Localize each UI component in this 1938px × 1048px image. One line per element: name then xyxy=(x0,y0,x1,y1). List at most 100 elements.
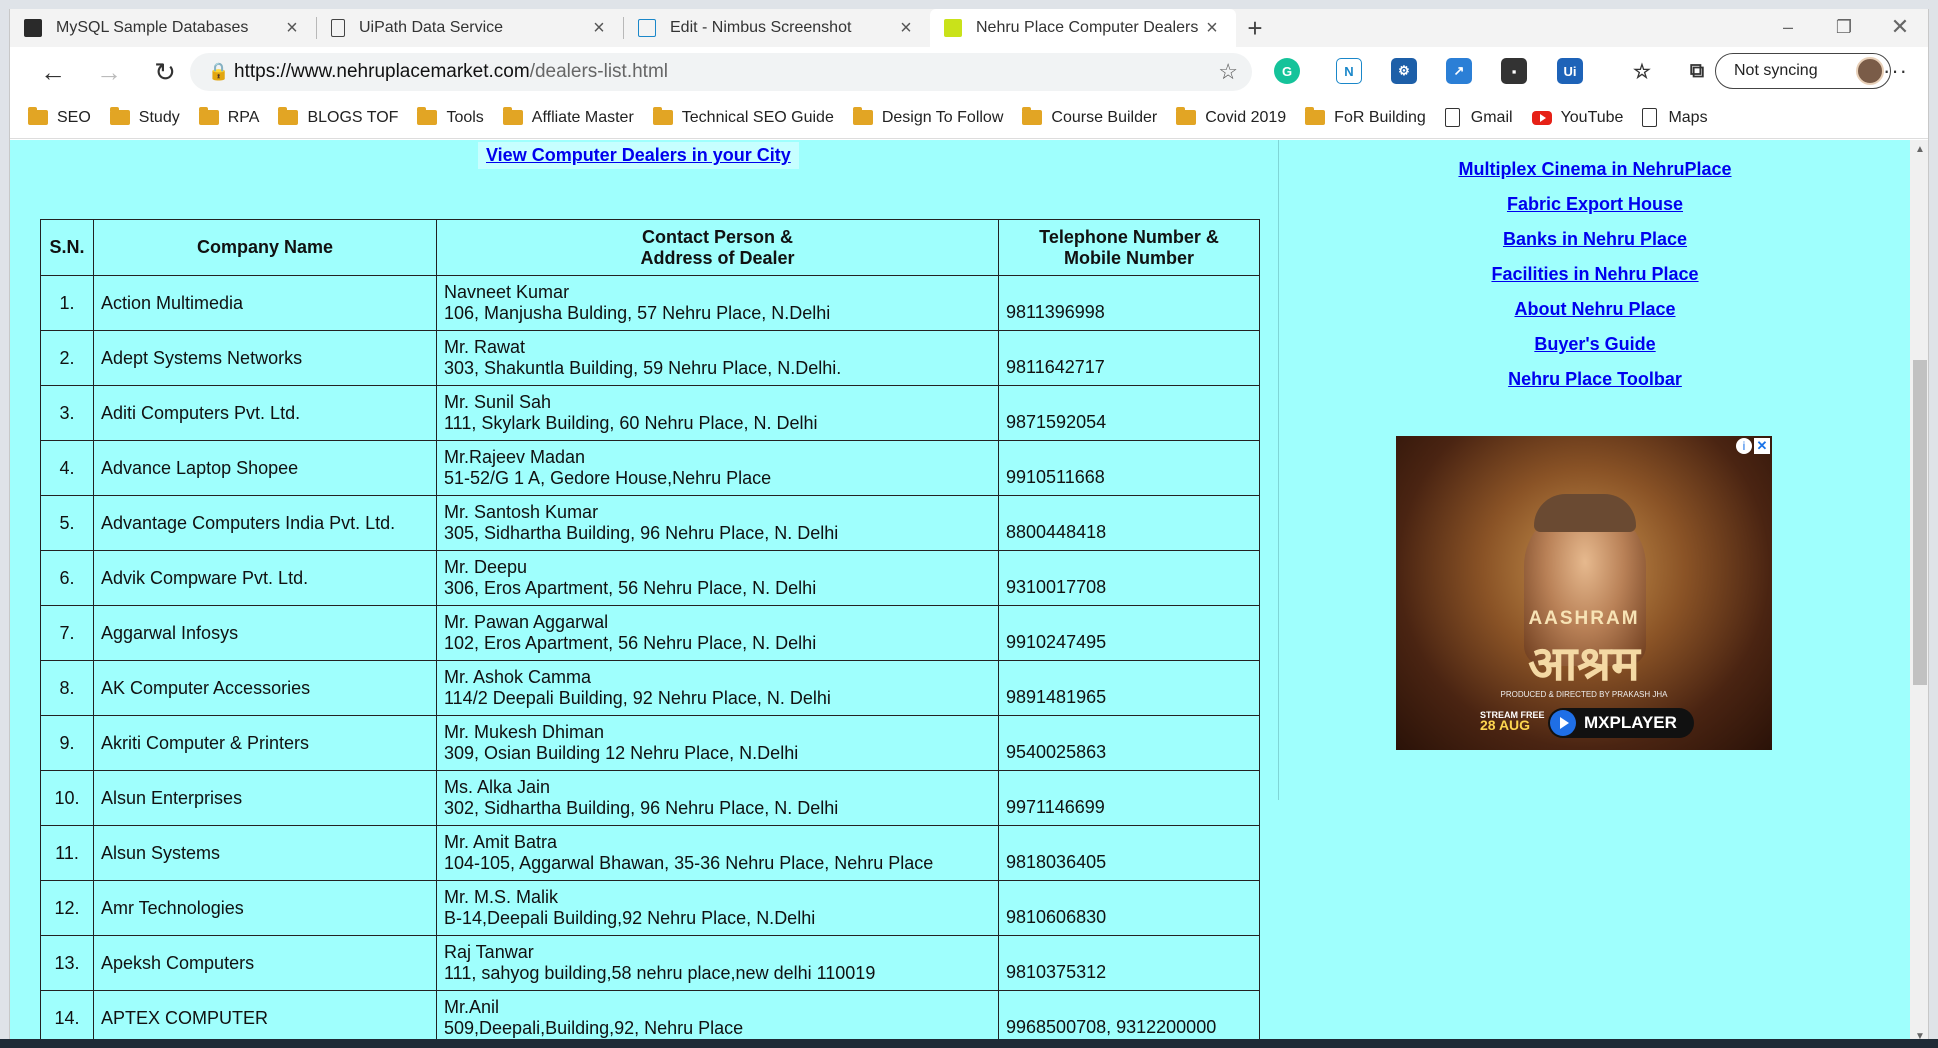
cell-sn: 3. xyxy=(40,385,94,441)
ad-info-icon[interactable]: i xyxy=(1736,438,1752,454)
cell-company: Alsun Enterprises xyxy=(93,770,437,826)
collections-icon[interactable]: ⧉ xyxy=(1684,58,1710,84)
aashram-ad-banner[interactable]: AASHRAM आश्रम PRODUCED & DIRECTED BY PRA… xyxy=(1396,436,1772,750)
cell-phone: 9810375312 xyxy=(998,935,1260,991)
link-about[interactable]: About Nehru Place xyxy=(1290,292,1900,327)
chart-extension-icon[interactable]: ↗ xyxy=(1446,58,1472,84)
header-phone: Telephone Number & Mobile Number xyxy=(998,219,1260,276)
cell-sn: 1. xyxy=(40,275,94,331)
bookmark-for-building[interactable]: FoR Building xyxy=(1305,107,1426,127)
cell-contact-address: 102, Eros Apartment, 56 Nehru Place, N. … xyxy=(444,633,817,653)
extension-icon[interactable]: ⚙ xyxy=(1391,58,1417,84)
bookmark-technical-seo-guide[interactable]: Technical SEO Guide xyxy=(652,107,834,127)
table-row: 6. Advik Compware Pvt. Ltd. Mr. Deepu 306, … xyxy=(40,550,1260,606)
link-buyers-guide[interactable]: Buyer's Guide xyxy=(1290,327,1900,362)
close-tab-icon[interactable]: × xyxy=(1202,17,1222,40)
cell-sn: 9. xyxy=(40,715,94,771)
cell-sn: 10. xyxy=(40,770,94,826)
cell-contact-person: Mr. Deepu xyxy=(444,557,528,577)
cell-phone: 9811642717 xyxy=(998,330,1260,386)
folder-icon xyxy=(278,107,299,125)
new-tab-button[interactable]: + xyxy=(1236,9,1274,47)
bookmark-blogs-tof[interactable]: BLOGS TOF xyxy=(278,107,399,127)
tab-nehru-place[interactable]: Nehru Place Computer Dealers S × xyxy=(930,9,1236,47)
uipath-extension-icon[interactable]: Ui xyxy=(1557,58,1583,84)
bookmark-course-builder[interactable]: Course Builder xyxy=(1022,107,1157,127)
link-toolbar[interactable]: Nehru Place Toolbar xyxy=(1290,362,1900,397)
bookmark-maps[interactable]: Maps xyxy=(1642,108,1708,127)
bookmark-label: Technical SEO Guide xyxy=(681,108,834,126)
table-row: 12. Amr Technologies Mr. M.S. Malik B-14,De… xyxy=(40,880,1260,936)
forward-button[interactable]: → xyxy=(81,52,137,92)
link-facilities[interactable]: Facilities in Nehru Place xyxy=(1290,257,1900,292)
cell-contact: Mr.Rajeev Madan 51-52/G 1 A, Gedore House… xyxy=(436,440,999,496)
tab-uipath[interactable]: UiPath Data Service × xyxy=(317,9,623,47)
close-tab-icon[interactable]: × xyxy=(589,17,609,40)
ad-brand-badge: MXPLAYER xyxy=(1548,708,1694,738)
grammarly-icon[interactable]: G xyxy=(1274,58,1300,84)
cell-contact-person: Navneet Kumar xyxy=(444,282,570,302)
folder-icon xyxy=(417,107,438,125)
folder-icon xyxy=(28,107,48,125)
bookmark-rpa[interactable]: RPA xyxy=(198,107,259,127)
ad-close-icon[interactable]: ✕ xyxy=(1754,438,1770,454)
minimize-icon[interactable]: – xyxy=(1760,9,1816,45)
scrollbar-thumb[interactable] xyxy=(1913,360,1927,685)
more-menu-icon[interactable]: ··· xyxy=(1883,58,1908,84)
page-scrollbar[interactable]: ▲ ▼ xyxy=(1910,140,1928,1048)
url-path: /dealers-list.html xyxy=(529,61,669,82)
close-tab-icon[interactable]: × xyxy=(896,17,916,40)
cell-company: Advance Laptop Shopee xyxy=(93,440,437,496)
cell-phone: 8800448418 xyxy=(998,495,1260,551)
nimbus-extension-icon[interactable]: N xyxy=(1336,58,1362,84)
folder-icon xyxy=(198,107,219,125)
cell-contact-address: 51-52/G 1 A, Gedore House,Nehru Place xyxy=(444,468,772,488)
cell-sn: 14. xyxy=(40,990,94,1046)
bookmark-label: Covid 2019 xyxy=(1205,108,1287,126)
link-banks[interactable]: Banks in Nehru Place xyxy=(1290,222,1900,257)
bookmark-design-to-follow[interactable]: Design To Follow xyxy=(852,107,1003,127)
refresh-button[interactable]: ↻ xyxy=(137,52,193,92)
tab-nimbus[interactable]: Edit - Nimbus Screenshot × xyxy=(624,9,930,47)
link-multiplex-cinema[interactable]: Multiplex Cinema in NehruPlace xyxy=(1290,152,1900,187)
close-tab-icon[interactable]: × xyxy=(282,17,302,40)
header-phone-line1: Telephone Number & xyxy=(1039,226,1219,247)
bookmark-study[interactable]: Study xyxy=(109,107,180,127)
cell-contact: Mr. Ashok Camma 114/2 Deepali Building, 9… xyxy=(436,660,999,716)
bookmark-seo[interactable]: SEO xyxy=(28,107,91,127)
bookmark-label: BLOGS TOF xyxy=(307,108,399,126)
favorite-star-icon[interactable]: ☆ xyxy=(1218,59,1238,85)
cell-sn: 4. xyxy=(40,440,94,496)
table-header-row: S.N. Company Name Contact Person & Addres… xyxy=(40,219,1260,276)
scroll-up-icon[interactable]: ▲ xyxy=(1913,143,1927,157)
address-bar[interactable]: 🔒 https://www.nehruplacemarket.com/deale… xyxy=(190,53,1252,91)
lock-icon: 🔒 xyxy=(208,62,230,81)
cell-contact-person: Mr. Ashok Camma xyxy=(444,667,592,687)
cell-contact: Ms. Alka Jain 302, Sidhartha Building, 96… xyxy=(436,770,999,826)
view-dealers-city-link[interactable]: View Computer Dealers in your City xyxy=(478,142,799,169)
bookmark-affliate-master[interactable]: Affliate Master xyxy=(502,107,634,127)
bookmark-covid-2019[interactable]: Covid 2019 xyxy=(1176,107,1287,127)
console-extension-icon[interactable]: ▪ xyxy=(1501,58,1527,84)
cell-contact-person: Mr. Sunil Sah xyxy=(444,392,552,412)
cell-contact: Mr. Deepu 306, Eros Apartment, 56 Nehru P… xyxy=(436,550,999,606)
folder-icon xyxy=(652,107,673,125)
browser-window: MySQL Sample Databases × UiPath Data Ser… xyxy=(9,9,1929,1048)
cell-phone: 9540025863 xyxy=(998,715,1260,771)
close-window-icon[interactable]: ✕ xyxy=(1872,9,1928,45)
restore-icon[interactable]: ❐ xyxy=(1816,9,1872,45)
back-button[interactable]: ← xyxy=(25,52,81,92)
cell-company: Advik Compware Pvt. Ltd. xyxy=(93,550,437,606)
tab-mysql[interactable]: MySQL Sample Databases × xyxy=(10,9,316,47)
ad-stream-date: 28 AUG xyxy=(1480,717,1531,733)
profile-button[interactable]: Not syncing xyxy=(1715,53,1891,89)
cell-contact-person: Mr.Rajeev Madan xyxy=(444,447,586,467)
bookmark-youtube[interactable]: YouTube xyxy=(1531,109,1623,127)
link-fabric-export[interactable]: Fabric Export House xyxy=(1290,187,1900,222)
side-links: Multiplex Cinema in NehruPlace Fabric Ex… xyxy=(1290,152,1900,397)
bookmark-label: Affliate Master xyxy=(531,108,634,126)
bookmark-gmail[interactable]: Gmail xyxy=(1444,108,1513,127)
bookmark-tools[interactable]: Tools xyxy=(417,107,484,127)
favorites-list-icon[interactable]: ☆ xyxy=(1629,58,1655,84)
cell-company: Apeksh Computers xyxy=(93,935,437,991)
